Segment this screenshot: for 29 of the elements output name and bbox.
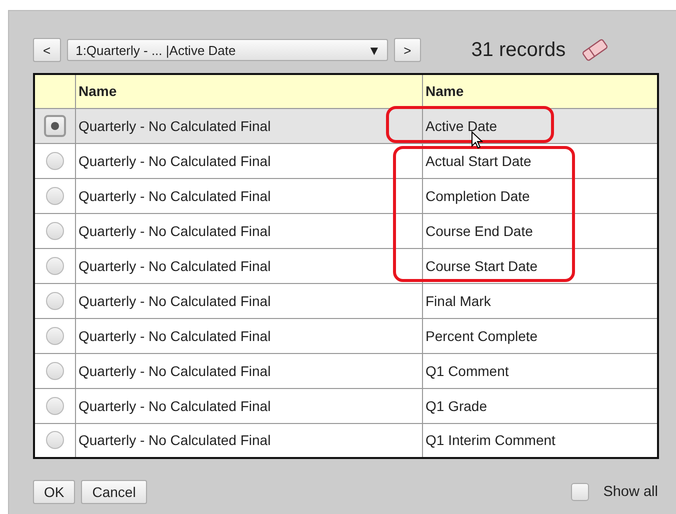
table-cell: Quarterly - No Calculated Final	[75, 108, 422, 143]
record-select[interactable]: 1:Quarterly - ... |Active Date ▼	[66, 39, 388, 61]
dialog-button[interactable]: OK	[33, 480, 76, 504]
radio-button[interactable]	[46, 152, 64, 170]
show-all-label: Show all	[603, 484, 658, 500]
dialog-button[interactable]: Cancel	[81, 480, 147, 504]
table-cell: Quarterly - No Calculated Final	[75, 248, 422, 283]
table-cell: Quarterly - No Calculated Final	[75, 283, 422, 318]
table-cell: Quarterly - No Calculated Final	[75, 318, 422, 353]
radio-button[interactable]	[46, 186, 64, 205]
radio-button[interactable]	[46, 396, 64, 415]
radio-button[interactable]	[46, 431, 64, 450]
next-button[interactable]: >	[394, 38, 422, 62]
show-all-checkbox[interactable]	[571, 483, 590, 501]
table-cell: Quarterly - No Calculated Final	[75, 143, 422, 178]
table-cell: Quarterly - No Calculated Final	[75, 213, 422, 248]
table-cell: Quarterly - No Calculated Final	[75, 388, 422, 423]
radio-button[interactable]	[46, 256, 64, 275]
column-header: Name	[75, 74, 422, 108]
radio-button[interactable]	[44, 114, 66, 136]
radio-button[interactable]	[46, 326, 64, 345]
radio-button[interactable]	[46, 222, 64, 240]
column-header: Name	[422, 74, 658, 108]
table-cell: Quarterly - No Calculated Final	[75, 353, 422, 388]
previous-button[interactable]: <	[33, 38, 61, 62]
radio-button[interactable]	[46, 362, 64, 380]
record-count: 31 records	[471, 38, 566, 62]
table-cell: Quarterly - No Calculated Final	[75, 178, 422, 213]
radio-button[interactable]	[46, 292, 64, 310]
